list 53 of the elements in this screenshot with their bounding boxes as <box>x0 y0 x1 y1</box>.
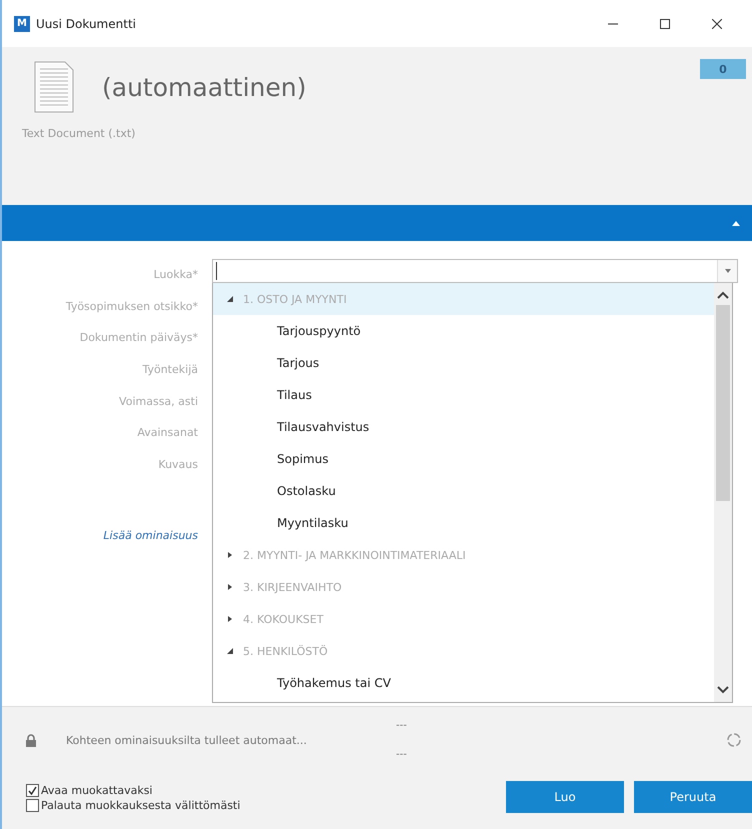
status-value: --- <box>396 720 408 731</box>
category-label: 4. KOKOUKSET <box>243 612 324 626</box>
field-label: Luokka* <box>154 267 198 283</box>
field-label: Voimassa, asti <box>119 394 198 410</box>
window-title: Uusi Dokumentti <box>36 16 137 30</box>
maximize-icon <box>660 18 670 28</box>
add-property-link[interactable]: Lisää ominaisuus <box>103 528 198 542</box>
category-item[interactable]: Tilausvahvistus <box>213 411 714 443</box>
scroll-up-icon[interactable] <box>717 291 729 299</box>
category-label: 1. OSTO JA MYYNTI <box>243 292 347 306</box>
document-icon <box>34 61 74 113</box>
option-checkbox[interactable]: Avaa muokattavaksi <box>26 784 496 797</box>
text-cursor <box>216 262 217 280</box>
field-label: Avainsanat <box>137 425 198 442</box>
category-label: 2. MYYNTI- JA MARKKINOINTIMATERIAALI <box>243 548 466 562</box>
category-label: 3. KIRJEENVAIHTO <box>243 580 342 594</box>
category-label: 5. HENKILÖSTÖ <box>243 644 328 658</box>
field-label: Työsopimuksen otsikko* <box>66 298 198 315</box>
collapsed-arrow-icon[interactable] <box>227 584 233 590</box>
collapse-arrow-icon[interactable] <box>732 220 740 226</box>
category-item[interactable]: Työhakemus tai CV <box>213 667 714 699</box>
category-item[interactable]: Sopimus <box>213 443 714 475</box>
scroll-down-icon[interactable] <box>717 686 729 694</box>
document-name: (automaattinen) <box>102 72 306 102</box>
refresh-icon[interactable] <box>726 732 742 748</box>
field-label: Kuvaus <box>158 457 198 474</box>
category-item[interactable]: Tilaus <box>213 379 714 411</box>
cancel-button[interactable]: Peruuta <box>634 781 752 813</box>
collapsed-arrow-icon[interactable] <box>227 552 233 558</box>
category-item[interactable]: Tarjouspyyntö <box>213 315 714 347</box>
document-type: Text Document (.txt) <box>22 127 136 140</box>
scroll-thumb[interactable] <box>716 305 730 501</box>
category-field[interactable] <box>212 259 738 283</box>
lock-icon <box>26 734 36 746</box>
field-label: Dokumentin päiväys* <box>80 330 198 346</box>
create-button[interactable]: Luo <box>506 781 624 813</box>
scrollbar[interactable] <box>714 283 732 702</box>
status-text: Kohteen ominaisuuksilta tulleet automaat... <box>66 734 308 746</box>
category-item[interactable]: Tarjous <box>213 347 714 379</box>
option-checkbox[interactable]: Palauta muokkauksesta välittömästi <box>26 799 496 812</box>
category-item[interactable]: Ostolasku <box>213 475 714 507</box>
checkbox[interactable] <box>26 784 39 797</box>
close-icon <box>712 18 722 28</box>
category-item[interactable]: Myyntilasku <box>213 507 714 539</box>
checkbox[interactable] <box>26 799 39 812</box>
caret-icon <box>724 269 730 273</box>
status-value: --- <box>396 749 408 760</box>
app-logo-icon: M <box>14 16 30 32</box>
field-label: Työntekijä <box>142 362 198 378</box>
expanded-arrow-icon[interactable] <box>227 648 233 654</box>
collapsed-arrow-icon[interactable] <box>227 616 233 622</box>
dropdown-button[interactable] <box>717 260 737 282</box>
expanded-arrow-icon[interactable] <box>227 296 233 302</box>
